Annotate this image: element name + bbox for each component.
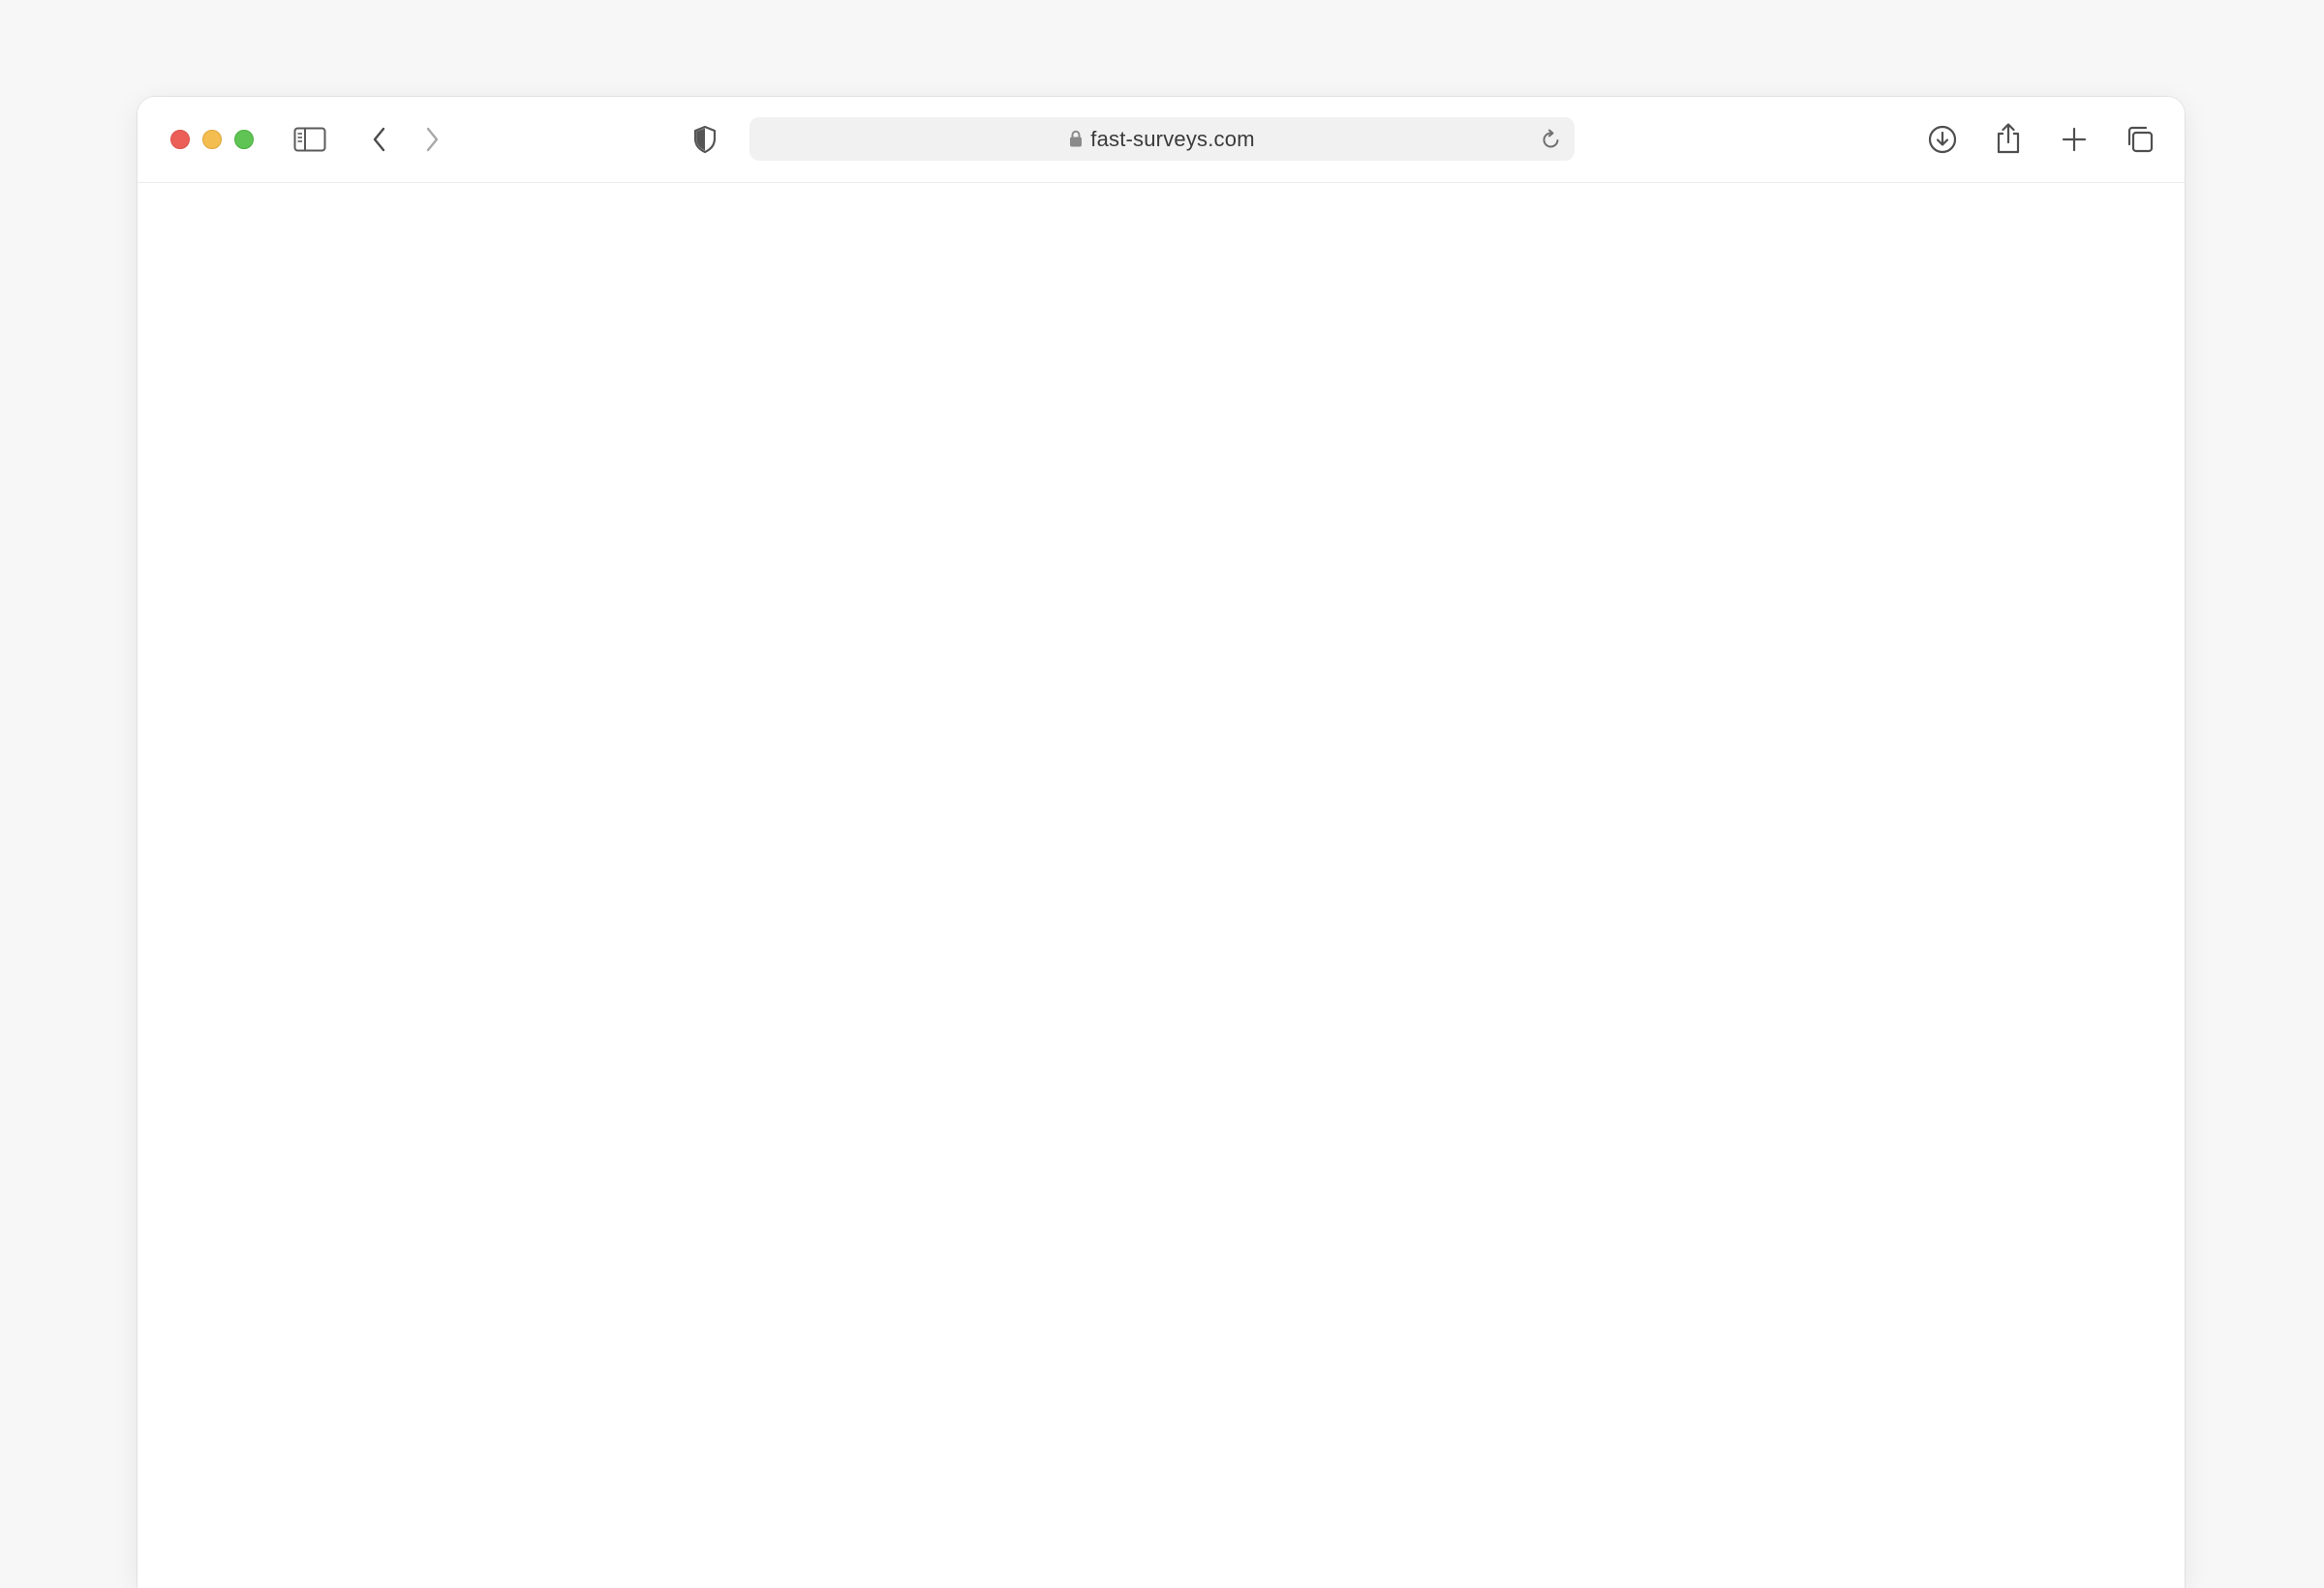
back-button[interactable] xyxy=(366,124,393,155)
url-text: fast-surveys.com xyxy=(1090,126,1255,151)
reload-button[interactable] xyxy=(1540,128,1563,151)
tab-overview-button[interactable] xyxy=(2123,122,2157,157)
privacy-report-button[interactable] xyxy=(689,124,720,155)
browser-window: fast-surveys.com xyxy=(138,97,2185,1588)
chevron-left-icon xyxy=(373,127,385,152)
forward-button[interactable] xyxy=(418,124,445,155)
sidebar-toggle-button[interactable] xyxy=(292,124,327,155)
new-tab-button[interactable] xyxy=(2057,122,2092,157)
browser-toolbar: fast-surveys.com xyxy=(138,97,2185,183)
share-icon xyxy=(1997,123,2020,154)
window-maximize-button[interactable] xyxy=(234,130,254,149)
share-button[interactable] xyxy=(1991,120,2026,157)
window-minimize-button[interactable] xyxy=(202,130,222,149)
window-close-button[interactable] xyxy=(170,130,190,149)
tab-overview-icon xyxy=(2127,126,2154,153)
lock-icon xyxy=(1069,130,1083,147)
chevron-right-icon xyxy=(426,127,439,152)
shield-icon xyxy=(693,125,717,154)
downloads-button[interactable] xyxy=(1925,122,1960,157)
reload-icon xyxy=(1543,129,1559,148)
address-text-container: fast-surveys.com xyxy=(749,117,1575,161)
address-bar[interactable]: fast-surveys.com xyxy=(749,117,1575,161)
sidebar-icon xyxy=(293,127,326,152)
plus-icon xyxy=(2062,127,2087,152)
download-icon xyxy=(1928,125,1957,154)
page-content xyxy=(138,183,2185,1588)
